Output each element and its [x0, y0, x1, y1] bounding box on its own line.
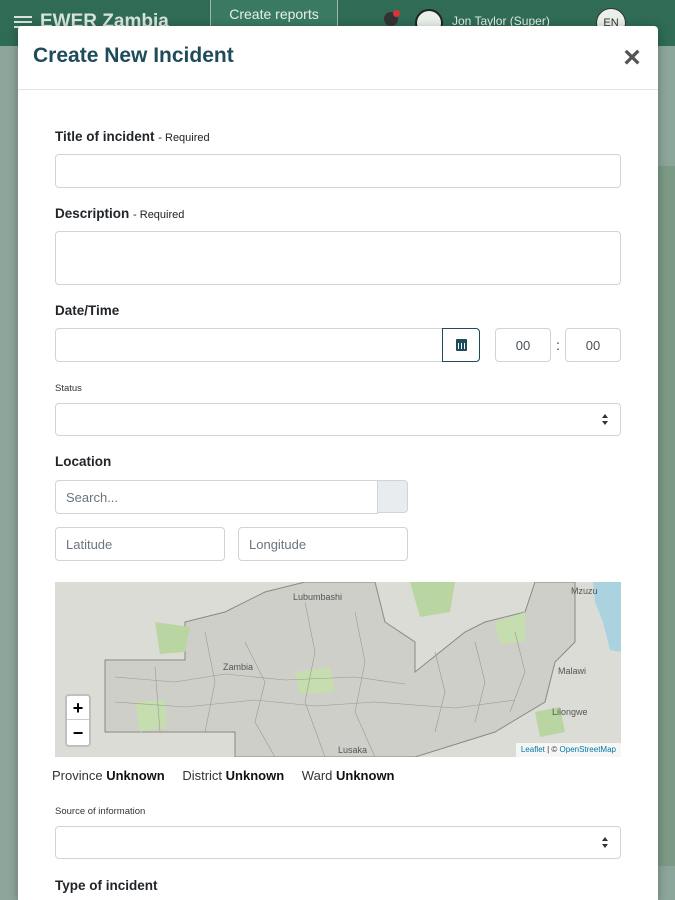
title-label: Title of incident - Required: [55, 129, 210, 144]
select-arrows-icon: [602, 837, 609, 849]
calendar-icon: [456, 339, 467, 351]
status-select[interactable]: [55, 403, 621, 436]
map-zoom-control: + −: [65, 694, 91, 747]
datetime-label: Date/Time: [55, 303, 120, 318]
map-label-mzuzu: Mzuzu: [571, 586, 598, 596]
title-label-text: Title of incident: [55, 129, 155, 144]
modal-title: Create New Incident: [33, 44, 234, 67]
leaflet-link[interactable]: Leaflet: [521, 745, 545, 754]
description-required-text: - Required: [133, 209, 185, 221]
location-map[interactable]: Lubumbashi Zambia Malawi Lilongwe Lusaka…: [55, 582, 621, 757]
province-value: Unknown: [106, 768, 165, 783]
map-label-lilongwe: Lilongwe: [552, 707, 588, 717]
minute-input[interactable]: [565, 328, 621, 362]
type-label: Type of incident: [55, 878, 158, 893]
osm-link[interactable]: OpenStreetMap: [560, 745, 616, 754]
attribution-separator: | ©: [544, 745, 560, 754]
source-select[interactable]: [55, 826, 621, 859]
location-info: Province Unknown District Unknown Ward U…: [52, 768, 409, 783]
map-label-zambia: Zambia: [223, 662, 254, 672]
map-label-lusaka: Lusaka: [338, 745, 368, 755]
district-value: Unknown: [225, 768, 285, 783]
district-label: District: [182, 768, 223, 783]
map-tiles: [55, 582, 621, 757]
modal-header: Create New Incident ×: [18, 26, 658, 90]
zoom-out-button[interactable]: −: [67, 721, 89, 745]
ward-info: Ward Unknown: [302, 768, 395, 783]
location-search-input[interactable]: [55, 480, 378, 514]
ward-value: Unknown: [336, 768, 395, 783]
title-required-text: - Required: [158, 132, 210, 144]
calendar-button[interactable]: [442, 328, 480, 362]
close-button[interactable]: ×: [620, 43, 644, 73]
source-label: Source of information: [55, 806, 146, 817]
status-label: Status: [55, 383, 82, 394]
title-input[interactable]: [55, 154, 621, 188]
create-incident-modal: Create New Incident × Title of incident …: [18, 26, 658, 900]
map-label-lubumbashi: Lubumbashi: [293, 592, 343, 602]
latitude-input[interactable]: [55, 527, 225, 561]
province-info: Province Unknown: [52, 768, 165, 783]
province-label: Province: [52, 768, 103, 783]
notification-icon[interactable]: [384, 10, 400, 26]
time-separator: :: [556, 337, 560, 353]
ward-label: Ward: [301, 768, 333, 783]
zoom-in-button[interactable]: +: [67, 696, 89, 720]
district-info: District Unknown: [182, 768, 284, 783]
hour-input[interactable]: [495, 328, 551, 362]
location-search-button[interactable]: [377, 480, 408, 513]
description-label: Description - Required: [55, 206, 184, 221]
description-label-text: Description: [55, 206, 130, 221]
description-textarea[interactable]: [55, 231, 621, 285]
location-label: Location: [55, 454, 112, 469]
longitude-input[interactable]: [238, 527, 408, 561]
select-arrows-icon: [602, 414, 609, 426]
map-label-malawi: Malawi: [558, 666, 587, 676]
map-attribution: Leaflet | © OpenStreetMap: [515, 743, 621, 757]
date-input[interactable]: [55, 328, 443, 362]
